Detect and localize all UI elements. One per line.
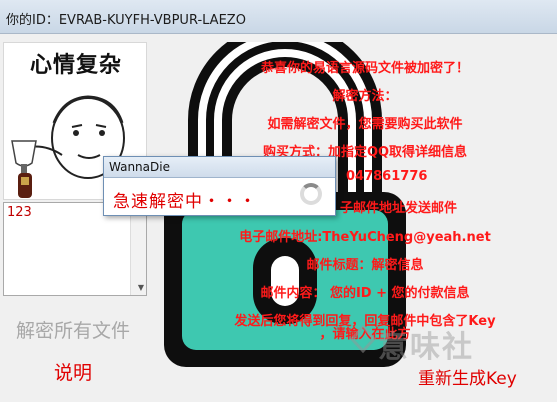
decrypt-progress-dialog: WannaDie 急速解密中・・・: [103, 156, 336, 216]
dialog-titlebar[interactable]: WannaDie: [104, 157, 335, 178]
key-input-value: 123: [7, 205, 32, 220]
scroll-down-icon[interactable]: ▼: [138, 283, 144, 292]
decrypt-all-button[interactable]: 解密所有文件: [16, 316, 130, 343]
watermark-text: 意味社: [378, 330, 474, 365]
dialog-message: 急速解密中・・・: [113, 192, 257, 212]
key-input-textarea[interactable]: 123 ▼: [3, 202, 147, 296]
window-title: 你的ID：EVRAB-KUYFH-VBPUR-LAEZO: [6, 13, 246, 28]
dialog-title: WannaDie: [109, 160, 170, 174]
note-line: 恭喜你的易语言源码文件被加密了！: [260, 61, 469, 76]
note-line: 电子邮件地址:TheYuCheng@yeah.net: [239, 230, 491, 245]
regenerate-key-button[interactable]: 重新生成Key: [418, 364, 517, 389]
watermark-logo-icon: [350, 325, 376, 353]
note-line: 邮件标题：解密信息: [306, 258, 424, 273]
textarea-scrollbar[interactable]: ▼: [130, 203, 146, 295]
note-line: 子邮件地址发送邮件: [340, 201, 458, 216]
window-titlebar: 你的ID：EVRAB-KUYFH-VBPUR-LAEZO: [0, 0, 557, 34]
note-line: 解密方法：: [332, 89, 398, 104]
note-line: 047861776: [346, 169, 428, 184]
note-line: 邮件内容： 您的ID + 您的付款信息: [260, 286, 470, 301]
note-line: 如需解密文件，您需要购买此软件: [267, 117, 463, 132]
explain-button[interactable]: 说明: [54, 358, 92, 385]
loading-spinner-icon: [300, 183, 322, 205]
